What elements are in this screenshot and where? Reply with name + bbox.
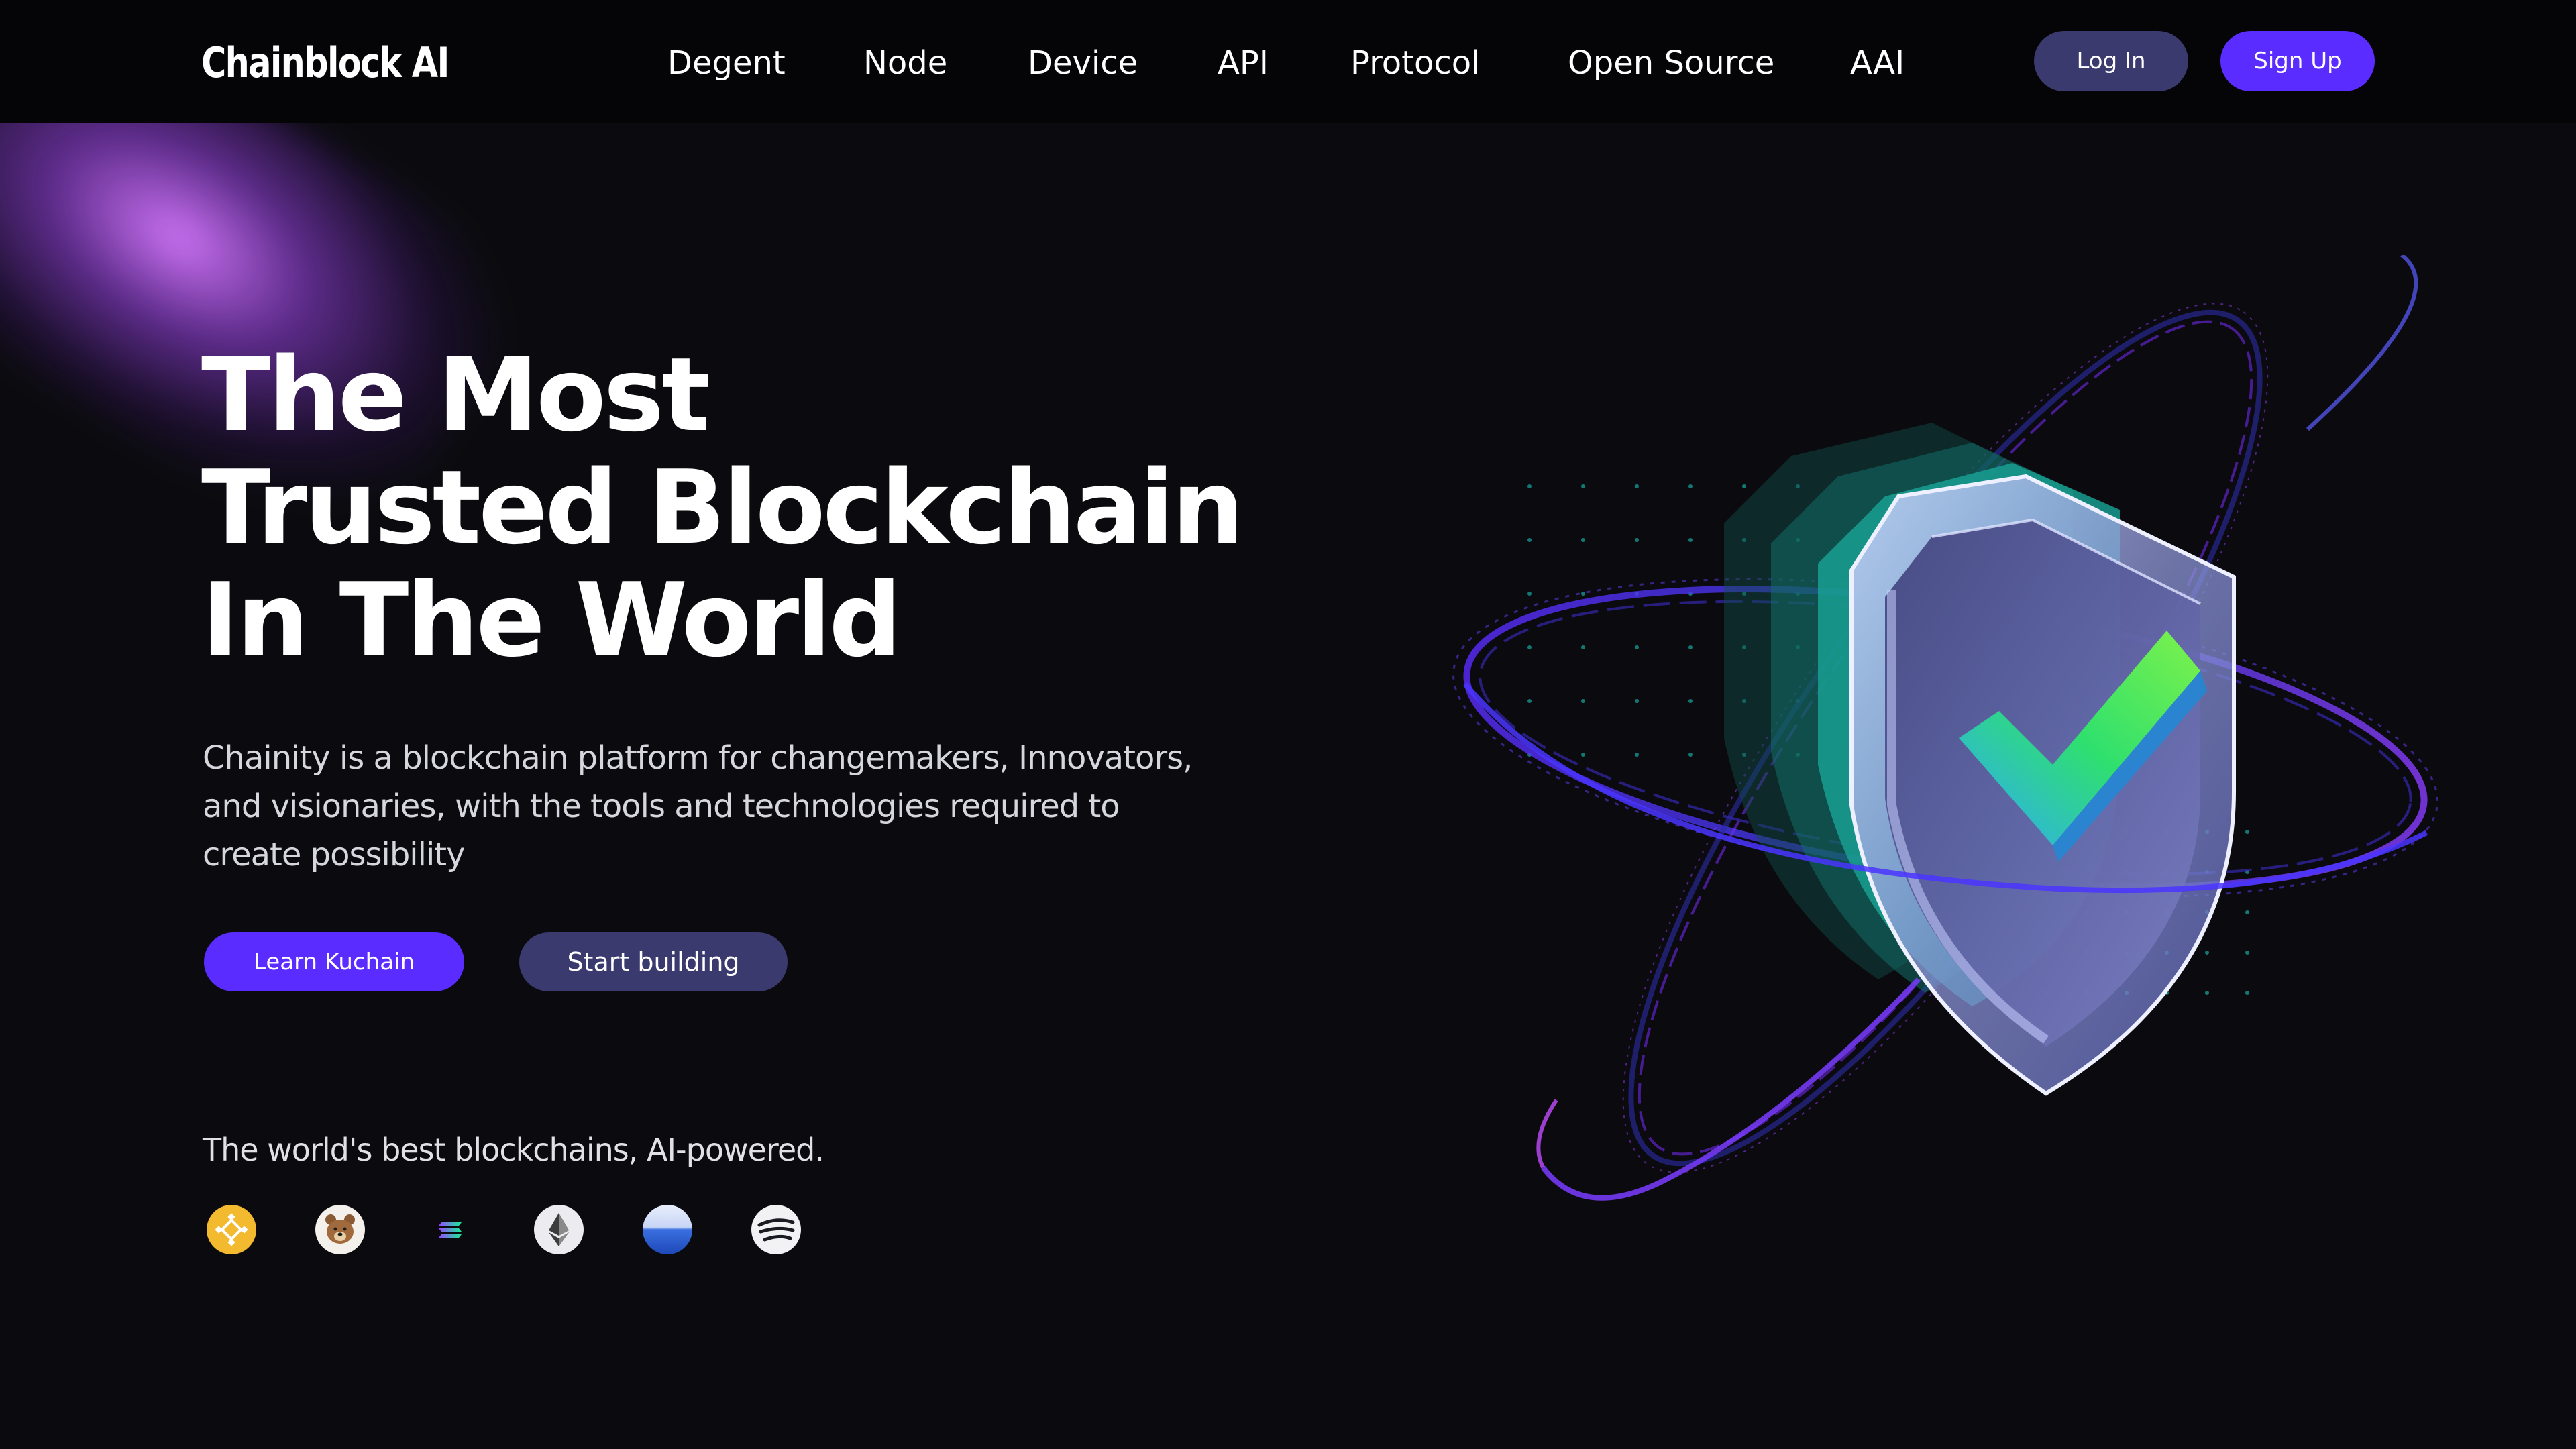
headline-line-1: The Most xyxy=(201,335,710,454)
nav-item-open-source[interactable]: Open Source xyxy=(1568,38,1774,89)
hero-description: Chainity is a blockchain platform for ch… xyxy=(203,739,1193,873)
solana-icon[interactable] xyxy=(425,1205,475,1254)
hero-headline: The Most Trusted Blockchain In The World xyxy=(201,339,1275,677)
sphere-icon[interactable] xyxy=(643,1205,692,1254)
nav-item-api[interactable]: API xyxy=(1218,38,1269,89)
ethereum-icon[interactable] xyxy=(534,1205,584,1254)
headline-line-3: In The World xyxy=(201,561,902,680)
login-button[interactable]: Log In xyxy=(2034,31,2188,91)
headline-line-2: Trusted Blockchain xyxy=(201,448,1244,567)
nav-item-aai[interactable]: AAI xyxy=(1850,38,1904,89)
brand-logo[interactable]: Chainblock AI xyxy=(201,36,449,90)
nav-item-protocol[interactable]: Protocol xyxy=(1350,38,1480,89)
nav-item-node[interactable]: Node xyxy=(863,38,947,89)
start-building-button[interactable]: Start building xyxy=(519,932,788,991)
chains-label: The world's best blockchains, AI-powered… xyxy=(203,1132,824,1168)
shield-illustration xyxy=(1409,253,2455,1261)
top-navigation-bar: Chainblock AI Degent Node Device API Pro… xyxy=(0,0,2576,123)
signup-button[interactable]: Sign Up xyxy=(2220,31,2375,91)
learn-kuchain-button[interactable]: Learn Kuchain xyxy=(204,932,464,991)
swirl-icon[interactable] xyxy=(751,1205,801,1254)
nav-item-degent[interactable]: Degent xyxy=(667,38,786,89)
bnb-icon[interactable] xyxy=(207,1205,256,1254)
nav-item-device[interactable]: Device xyxy=(1028,38,1138,89)
bear-icon[interactable] xyxy=(315,1205,365,1254)
